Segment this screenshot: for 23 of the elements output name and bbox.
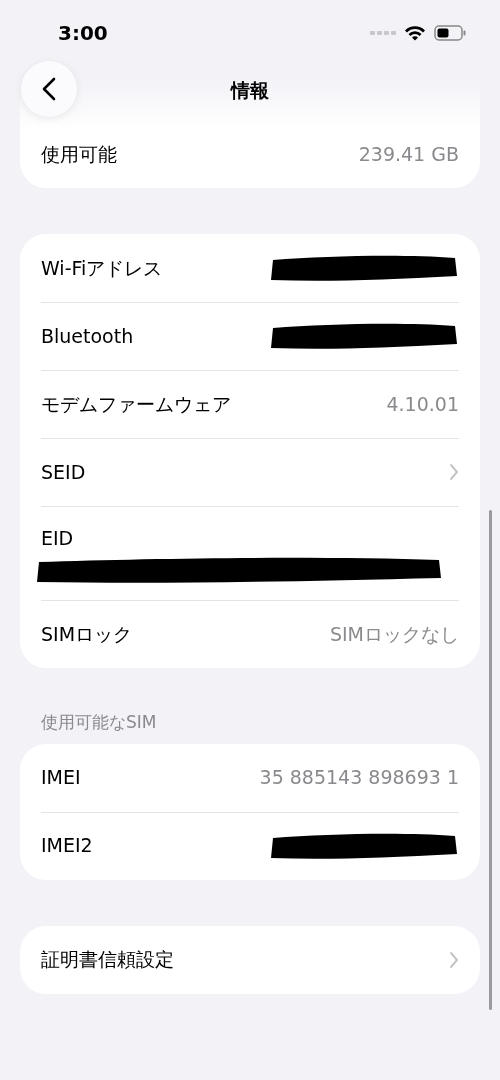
status-time: 3:00 [58, 20, 108, 47]
row-value: 35 885143 898693 1 [259, 765, 459, 791]
row-label: EID [41, 525, 74, 551]
row-label: IMEI [41, 765, 81, 791]
chevron-icon [449, 950, 459, 969]
row-label: 使用可能 [41, 141, 117, 167]
wifi-icon [404, 25, 426, 41]
battery-icon [434, 25, 466, 41]
signal-icon [370, 30, 396, 36]
row-label: Bluetooth [41, 323, 134, 349]
row-value: SIMロックなし [329, 621, 459, 647]
row-label: SIMロック [41, 621, 133, 647]
row-value: 239.41 GB [358, 141, 459, 167]
row-label: モデムファームウェア [41, 391, 231, 417]
section-header: 使用可能なSIM [40, 711, 158, 734]
row-value: 4.10.01 [386, 391, 459, 417]
settings-row[interactable]: SEID [20, 438, 480, 506]
settings-row[interactable]: 証明書信頼設定 [20, 925, 480, 994]
row-label: Wi-Fiアドレス [41, 255, 163, 281]
row-label: IMEI2 [41, 833, 93, 859]
chevron-icon [449, 463, 459, 481]
back-icon [42, 77, 56, 101]
page-title: 情報 [231, 79, 269, 101]
